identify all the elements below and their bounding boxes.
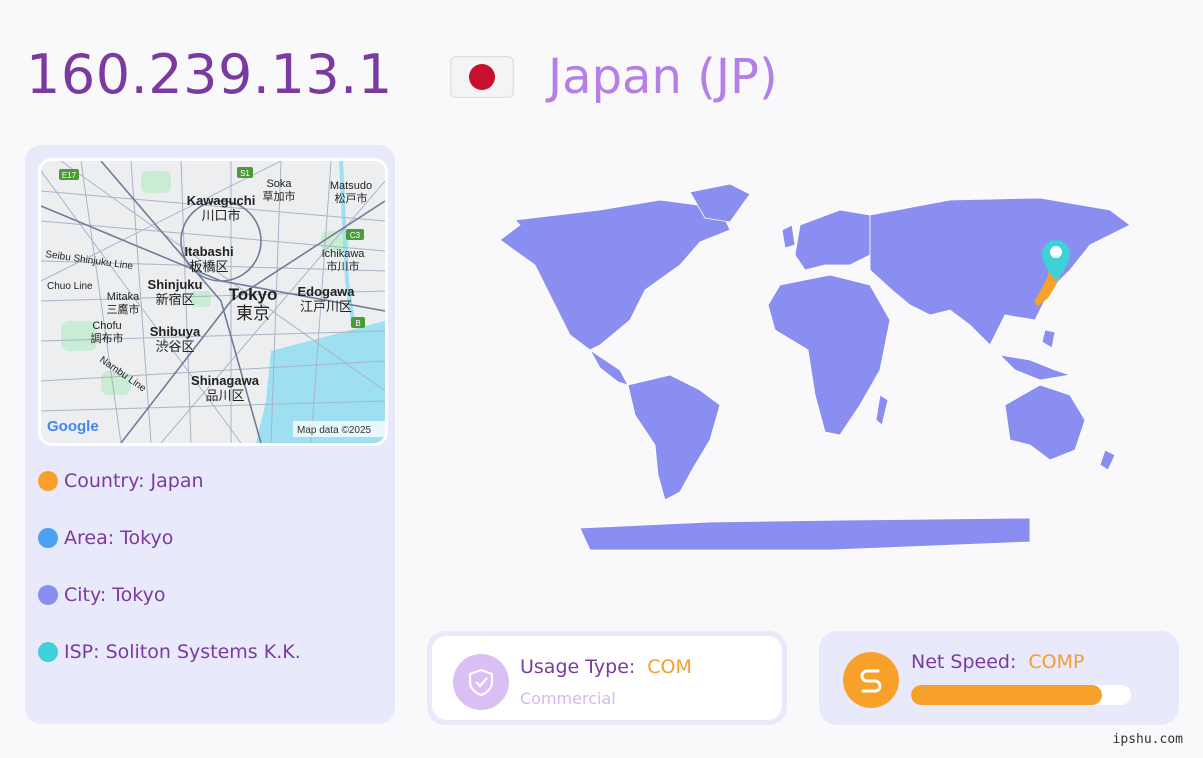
usage-type-inner: Usage Type: COM Commercial [432,636,782,720]
city-dot-icon [38,585,58,605]
net-speed-label: Net Speed: [911,651,1017,673]
ip-address-title: 160.239.13.1 [26,43,393,106]
map-label: 草加市 [263,189,296,203]
net-speed-bar [911,685,1131,705]
map-label: Chuo Line [47,281,93,292]
japan-flag-icon [450,56,514,98]
australia [1004,384,1086,461]
antarctica [579,517,1031,551]
area-row: Area: Tokyo [38,523,173,553]
map-label: Tokyo [229,285,278,304]
country-row: Country: Japan [38,466,204,496]
map-label: 渋谷区 [155,339,194,354]
map-label: 調布市 [91,331,124,345]
map-label: 川口市 [201,208,240,223]
map-label: Edogawa [297,284,355,299]
city-map[interactable]: E17 S1 C3 B Soka 草加市 Matsudo 松戸市 Kawaguc… [38,158,388,446]
net-speed-card: Net Speed: COMP [819,631,1179,725]
usage-type-value: COM [647,656,692,678]
map-label: 三鷹市 [107,302,140,316]
map-label: Soka [266,178,292,190]
city-row: City: Tokyo [38,580,166,610]
city-map-graphic: E17 S1 C3 B Soka 草加市 Matsudo 松戸市 Kawaguc… [41,161,385,443]
shield-check-icon [453,654,509,710]
africa [767,274,891,436]
map-label: Chofu [92,320,121,332]
usage-type-card: Usage Type: COM Commercial [427,631,787,725]
usage-type-label: Usage Type: [520,656,636,678]
map-label: Shinagawa [191,373,260,388]
area-label: Area: Tokyo [64,527,174,549]
map-label: Matsudo [330,180,372,192]
map-label: 板橋区 [189,259,228,274]
world-map [430,170,1170,570]
isp-dot-icon [38,642,58,662]
country-dot-icon [38,471,58,491]
speed-route-icon [843,652,899,708]
site-footer: ipshu.com [1112,732,1183,747]
map-label: Shibuya [150,324,201,339]
map-label: 市川市 [327,259,360,273]
isp-label: ISP: Soliton Systems K.K. [64,641,301,663]
google-logo: Google [47,418,99,435]
map-label: Kawaguchi [187,193,256,208]
map-attribution: Map data ©2025 [297,425,372,436]
country-title: Japan (JP) [548,49,778,105]
net-speed-bar-fill [911,685,1103,705]
net-speed-value: COMP [1028,651,1085,673]
map-label: B [355,319,360,328]
net-speed-row: Net Speed: COMP [911,651,1084,673]
map-label: Mitaka [107,291,140,303]
map-label: 品川区 [205,388,244,403]
country-label: Country: Japan [64,470,204,492]
usage-type-description: Commercial [520,689,616,708]
europe [794,209,871,271]
map-label: E17 [62,171,77,180]
location-info-panel: E17 S1 C3 B Soka 草加市 Matsudo 松戸市 Kawaguc… [25,145,395,724]
map-label: 松戸市 [335,191,368,205]
world-map-graphic [499,183,1131,551]
map-label: 新宿区 [155,292,194,307]
map-label: Ichikawa [322,248,366,260]
north-america [499,199,731,351]
map-label: C3 [350,231,361,240]
asia [869,197,1131,346]
city-label: City: Tokyo [64,584,166,606]
map-label: 東京 [236,304,270,323]
usage-type-row: Usage Type: COM [520,656,692,678]
flag-disc [469,64,495,90]
map-label: Shinjuku [148,277,203,292]
area-dot-icon [38,528,58,548]
south-america [627,374,721,501]
isp-row: ISP: Soliton Systems K.K. [38,637,301,667]
map-label: Itabashi [184,244,233,259]
map-label: S1 [240,169,250,178]
map-label: 江戸川区 [300,299,352,314]
